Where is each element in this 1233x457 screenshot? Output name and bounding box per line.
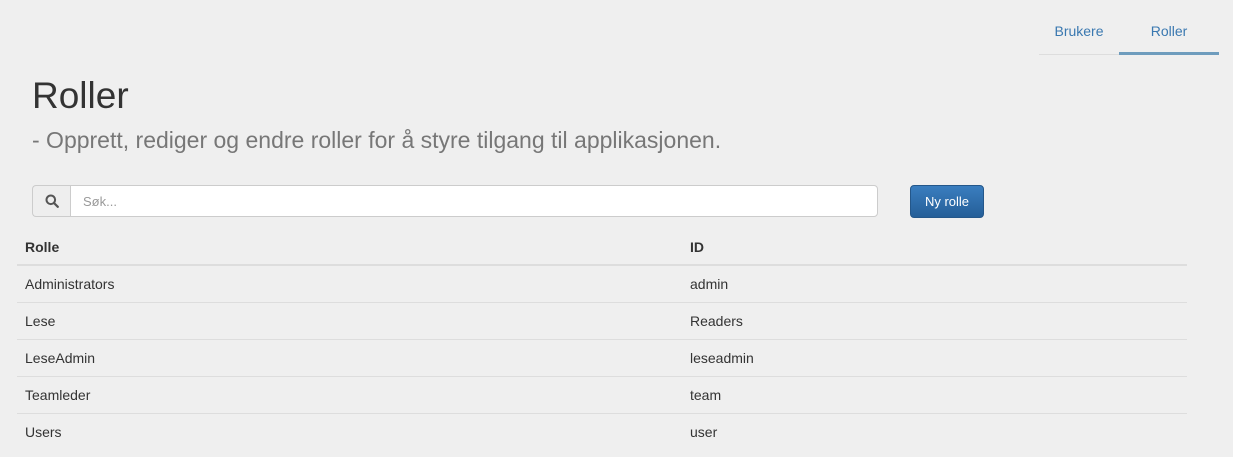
tab-roller[interactable]: Roller bbox=[1119, 10, 1219, 55]
roles-table: Rolle ID Administrators admin Lese Reade… bbox=[17, 229, 1187, 450]
table-header-row: Rolle ID bbox=[17, 229, 1187, 266]
role-name-cell: Users bbox=[25, 424, 62, 440]
column-header-id[interactable]: ID bbox=[682, 229, 1187, 266]
role-id-cell: admin bbox=[682, 265, 1187, 303]
column-header-rolle[interactable]: Rolle bbox=[17, 229, 682, 266]
page-title: Roller bbox=[32, 75, 129, 116]
new-role-button[interactable]: Ny rolle bbox=[910, 185, 984, 218]
role-id-cell: user bbox=[690, 424, 718, 440]
search-group bbox=[32, 185, 878, 217]
role-name-cell: Administrators bbox=[17, 265, 682, 303]
table-row[interactable]: Administrators admin bbox=[17, 265, 1187, 303]
search-input[interactable] bbox=[70, 185, 878, 217]
role-id-cell: Readers bbox=[682, 302, 1187, 340]
role-id-cell: leseadmin bbox=[682, 339, 1187, 377]
role-id-cell: team bbox=[682, 376, 1187, 414]
role-name-cell: Lese bbox=[17, 302, 682, 340]
page-subtitle: - Opprett, rediger og endre roller for å… bbox=[32, 127, 722, 153]
tab-brukere[interactable]: Brukere bbox=[1039, 10, 1119, 52]
role-name-cell: LeseAdmin bbox=[17, 339, 682, 377]
table-row[interactable]: Lese Readers bbox=[17, 302, 1187, 340]
table-row[interactable]: LeseAdmin leseadmin bbox=[17, 339, 1187, 377]
nav-tabs: Brukere Roller bbox=[1039, 10, 1219, 55]
table-row[interactable]: Teamleder team bbox=[17, 376, 1187, 414]
search-icon[interactable] bbox=[32, 185, 70, 217]
role-name-cell: Teamleder bbox=[17, 376, 682, 414]
table-row[interactable]: Users user bbox=[17, 414, 1187, 451]
